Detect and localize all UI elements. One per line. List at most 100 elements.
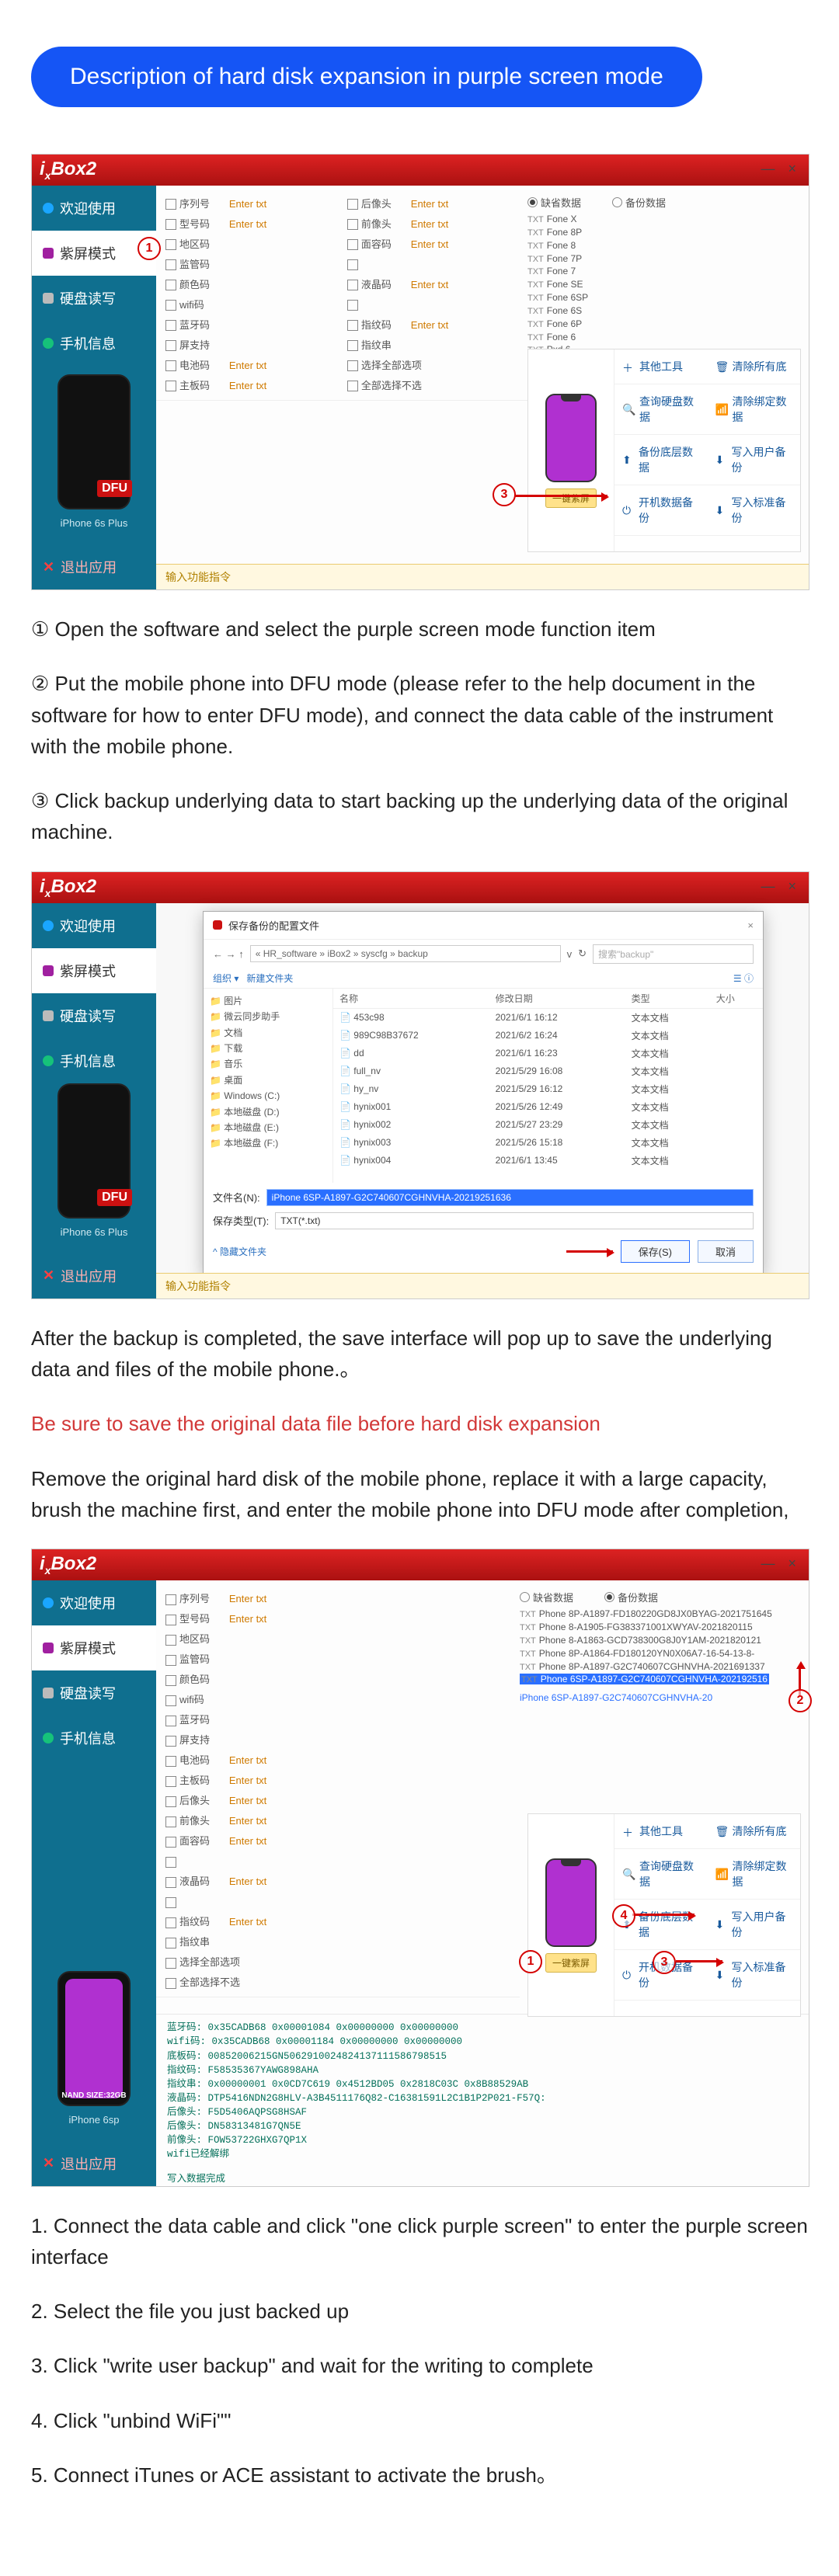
form-field[interactable]: 指纹码 Enter txt [165, 1911, 329, 1931]
form-field[interactable]: 型号码 Enter txt [165, 214, 344, 234]
op-button[interactable]: 🗑清除所有底 [708, 349, 801, 384]
form-field[interactable]: 型号码 Enter txt [165, 1608, 344, 1629]
op-button[interactable]: ＋其他工具 [614, 349, 708, 384]
op-button[interactable]: 🔍查询硬盘数据 [614, 384, 708, 435]
form-field[interactable]: 监管码 [165, 1649, 344, 1669]
search-input[interactable]: 搜索"backup" [593, 944, 754, 964]
op-button[interactable]: 📶清除绑定数据 [708, 1849, 801, 1900]
form-field[interactable]: 指纹串 [347, 335, 510, 355]
save-button[interactable]: 保存(S) [621, 1240, 690, 1263]
form-field[interactable]: 前像头 Enter txt [165, 1810, 329, 1830]
form-field[interactable]: 蓝牙码 [165, 315, 344, 335]
instruction-text: 2. Select the file you just backed up [31, 2296, 808, 2327]
form-field[interactable]: 前像头 Enter txt [347, 214, 510, 234]
form-field[interactable]: 后像头 Enter txt [165, 1790, 329, 1810]
form-field[interactable]: 蓝牙码 [165, 1709, 344, 1730]
form-field[interactable] [165, 1891, 329, 1911]
form-field[interactable]: 选择全部选项 [165, 1952, 329, 1972]
cancel-button[interactable]: 取消 [698, 1240, 754, 1263]
form-field[interactable]: 液晶码 Enter txt [347, 274, 510, 294]
new-folder-button[interactable]: 新建文件夹 [246, 973, 293, 984]
op-button[interactable]: ⬇写入标准备份 [708, 485, 801, 536]
callout-3: 3 [493, 483, 516, 506]
backup-file-list[interactable]: TXTPhone 8P-A1897-FD180220GD8JX0BYAG-202… [520, 1608, 799, 1686]
sidebar-item-welcome[interactable]: 欢迎使用 [32, 186, 156, 231]
phone-graphic: DFU [57, 374, 131, 509]
instruction-text: 5. Connect iTunes or ACE assistant to ac… [31, 2460, 808, 2491]
app-window-2: ixBox2— × 欢迎使用 紫屏模式 硬盘读写 手机信息 DFU iPhone… [31, 871, 809, 1299]
phone-graphic: NAND SIZE:32GB [57, 1971, 131, 2106]
path-crumb[interactable]: « HR_software » iBox2 » syscfg » backup [250, 945, 561, 962]
form-field[interactable] [347, 294, 510, 315]
instruction-text: 4. Click "unbind WiFi"" [31, 2405, 808, 2436]
callout-2: 2 [789, 1689, 812, 1712]
instruction-text: ③ Click backup underlying data to start … [31, 785, 808, 848]
operations-panel: 一键紫屏 1 ＋其他工具🗑清除所有底🔍查询硬盘数据📶清除绑定数据⬆备份底层数据⬇… [527, 1813, 801, 2017]
view-icons[interactable]: ☰ ⓘ [733, 972, 754, 985]
form-field[interactable]: 选择全部选项 [347, 355, 510, 375]
form-field[interactable]: 后像头 Enter txt [347, 193, 510, 214]
form-field[interactable]: 序列号 Enter txt [165, 1588, 344, 1608]
sidebar-item-phoneinfo[interactable]: 手机信息 [32, 321, 156, 366]
form-field[interactable]: 地区码 [165, 234, 344, 254]
sidebar-label: 退出应用 [61, 557, 117, 577]
form-field[interactable]: 指纹串 [165, 1931, 329, 1952]
form-field[interactable]: 屏支持 [165, 335, 344, 355]
form-field[interactable]: 屏支持 [165, 1730, 344, 1750]
sidebar-label: 硬盘读写 [60, 288, 116, 308]
op-button[interactable]: 🗑清除所有底 [708, 1814, 801, 1849]
titlebar: ixBox2 — × [32, 155, 809, 186]
form-field[interactable]: 液晶码 Enter txt [165, 1871, 329, 1891]
op-button[interactable]: ＋其他工具 [614, 1814, 708, 1849]
form-field[interactable]: 监管码 [165, 254, 344, 274]
sidebar-item-hdd[interactable]: 硬盘读写 [32, 276, 156, 321]
form-field[interactable]: 面容码 Enter txt [165, 1830, 329, 1851]
command-input[interactable]: 输入功能指令 [156, 564, 809, 589]
sidebar-item-exit[interactable]: ✕退出应用 [32, 544, 156, 589]
callout-1b: 1 [519, 1950, 542, 1973]
instruction-text: 1. Connect the data cable and click "one… [31, 2210, 808, 2273]
form-field[interactable]: wifi码 [165, 1689, 344, 1709]
backup-file-list[interactable]: TXTFone XTXTFone 8PTXTFone 8TXTFone 7PTX… [527, 213, 799, 370]
nav-back-icon[interactable]: ← → ↑ [213, 948, 244, 960]
close-icon[interactable]: × [747, 920, 754, 931]
op-button[interactable]: ⏻开机数据备份 [614, 485, 708, 536]
op-button[interactable]: 📶清除绑定数据 [708, 384, 801, 435]
form-field[interactable]: 颜色码 [165, 274, 344, 294]
one-click-purple-button[interactable]: 一键紫屏 [545, 488, 597, 508]
op-button[interactable]: ⬇写入用户备份 [708, 1900, 801, 1950]
organize-menu[interactable]: 组织 ▾ [213, 973, 238, 984]
sidebar-item-purple[interactable]: 紫屏模式 1 [32, 231, 156, 276]
data-mode-radios[interactable]: 缺省数据 备份数据 [527, 190, 799, 213]
form-field[interactable]: 地区码 [165, 1629, 344, 1649]
form-field[interactable]: 主板码 Enter txt [165, 1770, 344, 1790]
form-field[interactable] [347, 254, 510, 274]
one-click-purple-button[interactable]: 一键紫屏 [545, 1953, 597, 1973]
dialog-nav[interactable]: 📁 图片📁 微云同步助手📁 文档📁 下载📁 音乐📁 桌面📁 Windows (C… [204, 989, 333, 1183]
form-area: 序列号 Enter txt型号码 Enter txt地区码 监管码 颜色码 wi… [156, 186, 527, 401]
window-controls[interactable]: — × [761, 161, 801, 177]
warning-text: Be sure to save the original data file b… [31, 1408, 808, 1439]
main-pane: 序列号 Enter txt型号码 Enter txt地区码 监管码 颜色码 wi… [156, 186, 809, 589]
sidebar: 欢迎使用 紫屏模式 1 硬盘读写 手机信息 DFU iPhone 6s Plus… [32, 186, 156, 589]
form-field[interactable]: 全部选择不选 [165, 1972, 329, 1992]
form-field[interactable]: 全部选择不选 [347, 375, 510, 395]
form-field[interactable]: 面容码 Enter txt [347, 234, 510, 254]
hide-folders-toggle[interactable]: ^ 隐藏文件夹 [213, 1245, 266, 1258]
form-field[interactable]: 指纹码 Enter txt [347, 315, 510, 335]
form-field[interactable]: 主板码 Enter txt [165, 375, 344, 395]
dialog-file-list[interactable]: 名称修改日期类型大小📄 453c982021/6/1 16:12文本文档📄 98… [333, 989, 763, 1183]
sidebar-label: 紫屏模式 [60, 243, 116, 263]
form-field[interactable] [165, 1851, 329, 1871]
form-field[interactable]: wifi码 [165, 294, 344, 315]
form-field[interactable]: 电池码 Enter txt [165, 355, 344, 375]
form-field[interactable]: 电池码 Enter txt [165, 1750, 344, 1770]
filename-input[interactable] [266, 1189, 754, 1206]
form-field[interactable]: 序列号 Enter txt [165, 193, 344, 214]
form-field[interactable]: 颜色码 [165, 1669, 344, 1689]
op-button[interactable]: ⬇写入用户备份 [708, 435, 801, 485]
filetype-select[interactable]: TXT(*.txt) [275, 1212, 754, 1229]
op-button[interactable]: ⬆备份底层数据 [614, 435, 708, 485]
selected-file: iPhone 6SP-A1897-G2C740607CGHNVHA-20 [520, 1692, 799, 1703]
op-button[interactable]: 🔍查询硬盘数据 [614, 1849, 708, 1900]
